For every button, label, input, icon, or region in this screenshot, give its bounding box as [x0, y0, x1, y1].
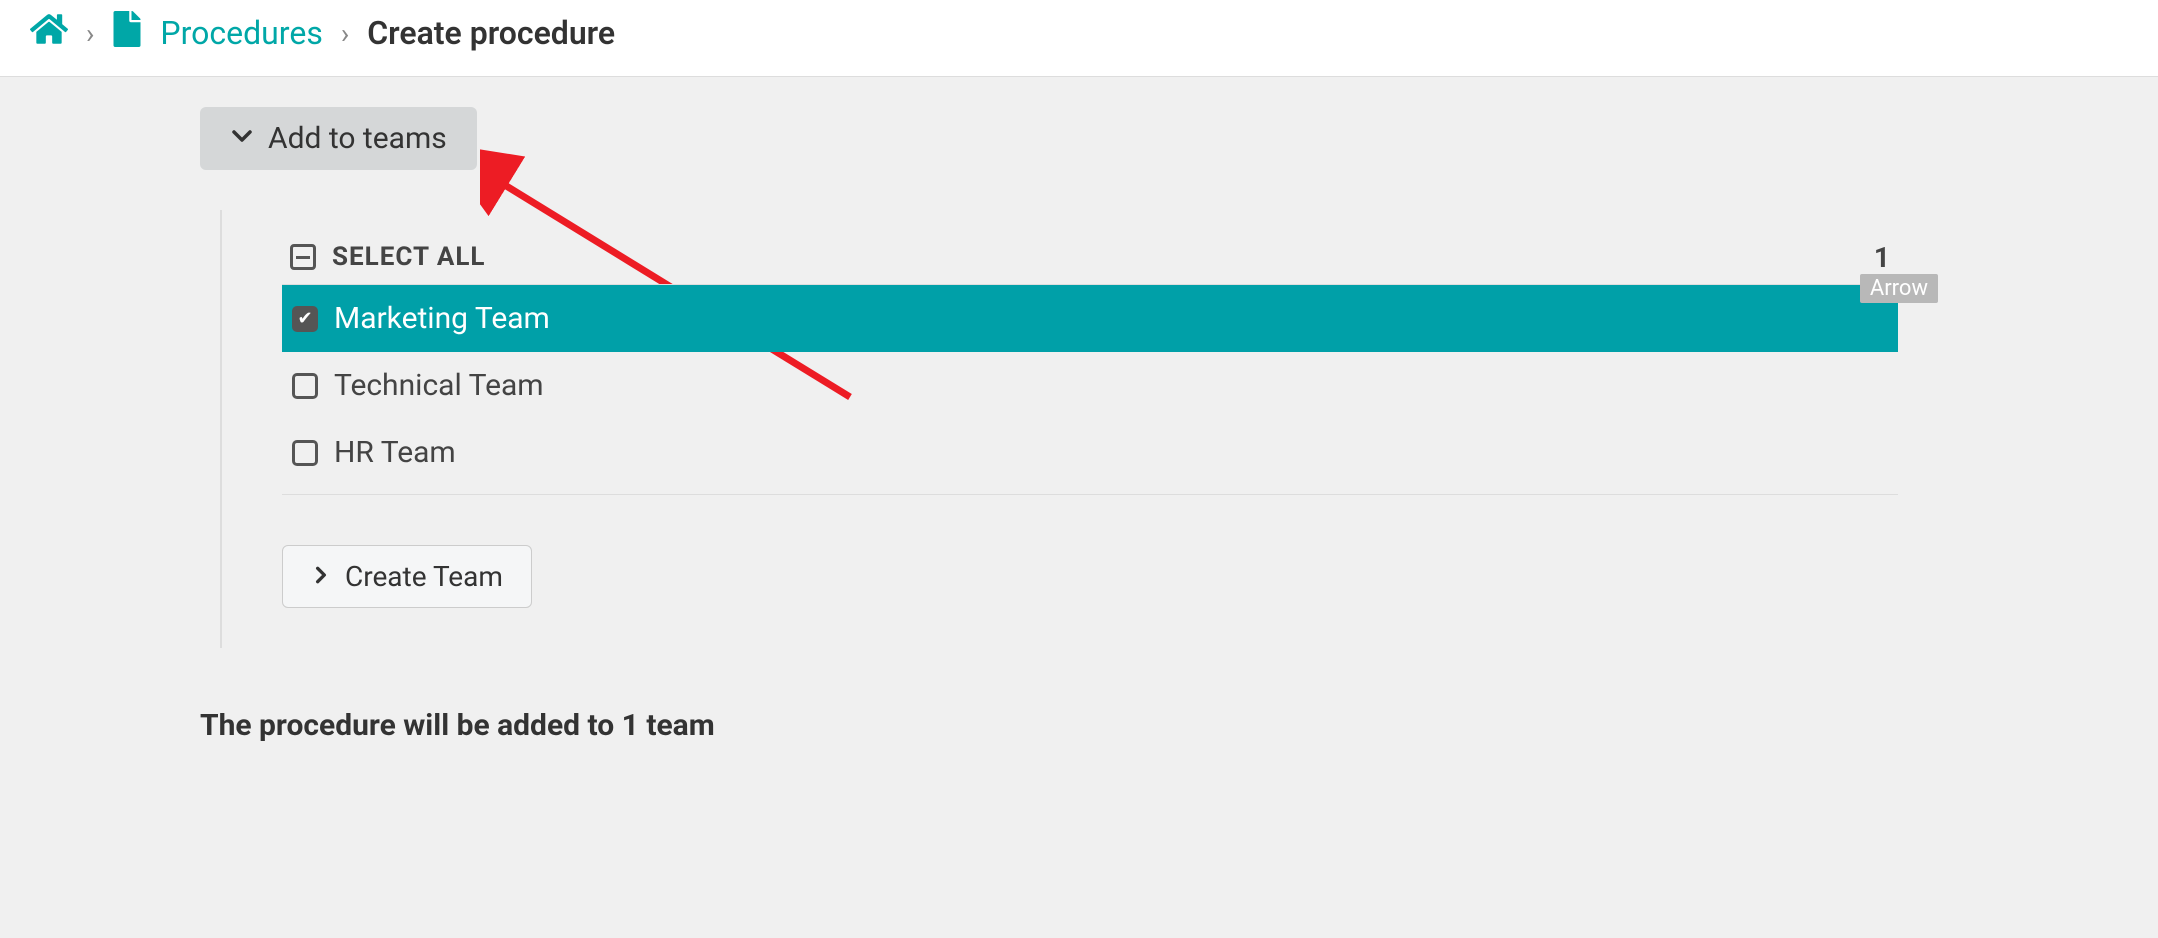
arrow-tooltip: Arrow [1860, 274, 1938, 303]
breadcrumb-current: Create procedure [367, 14, 615, 52]
checkbox-unchecked[interactable]: ✔ [292, 373, 318, 399]
create-team-button[interactable]: Create Team [282, 545, 532, 608]
select-all-checkbox-indeterminate[interactable] [290, 244, 316, 270]
team-list: ✔ Marketing Team ✔ Technical Team ✔ HR T… [282, 285, 1898, 495]
breadcrumb: › Procedures › Create procedure [0, 0, 2158, 77]
summary-text: The procedure will be added to 1 team [200, 708, 1958, 743]
minus-icon [296, 256, 310, 259]
team-row-marketing[interactable]: ✔ Marketing Team [282, 285, 1898, 352]
team-label: Marketing Team [334, 301, 550, 336]
checkbox-unchecked[interactable]: ✔ [292, 440, 318, 466]
team-label: HR Team [334, 435, 456, 470]
select-all-row[interactable]: SELECT ALL 1 Arrow [282, 230, 1898, 285]
home-icon[interactable] [30, 10, 68, 56]
teams-panel: SELECT ALL 1 Arrow ✔ Marketing Team ✔ Te… [220, 210, 1958, 648]
checkbox-checked[interactable]: ✔ [292, 306, 318, 332]
check-icon: ✔ [297, 308, 312, 329]
add-to-teams-label: Add to teams [268, 121, 447, 156]
team-row-hr[interactable]: ✔ HR Team [282, 419, 1898, 486]
main-content: Add to teams SELECT ALL 1 Arrow ✔ Market… [0, 77, 2158, 743]
team-row-technical[interactable]: ✔ Technical Team [282, 352, 1898, 419]
create-team-label: Create Team [345, 560, 503, 593]
select-all-label: SELECT ALL [332, 242, 485, 272]
chevron-right-icon: › [86, 17, 94, 50]
team-label: Technical Team [334, 368, 544, 403]
breadcrumb-procedures-link[interactable]: Procedures [160, 14, 322, 52]
selected-count: 1 [1874, 241, 1890, 274]
add-to-teams-toggle[interactable]: Add to teams [200, 107, 477, 170]
chevron-right-icon: › [341, 17, 349, 50]
chevron-down-icon [230, 122, 254, 155]
chevron-right-icon [311, 562, 331, 592]
file-icon [112, 11, 142, 55]
